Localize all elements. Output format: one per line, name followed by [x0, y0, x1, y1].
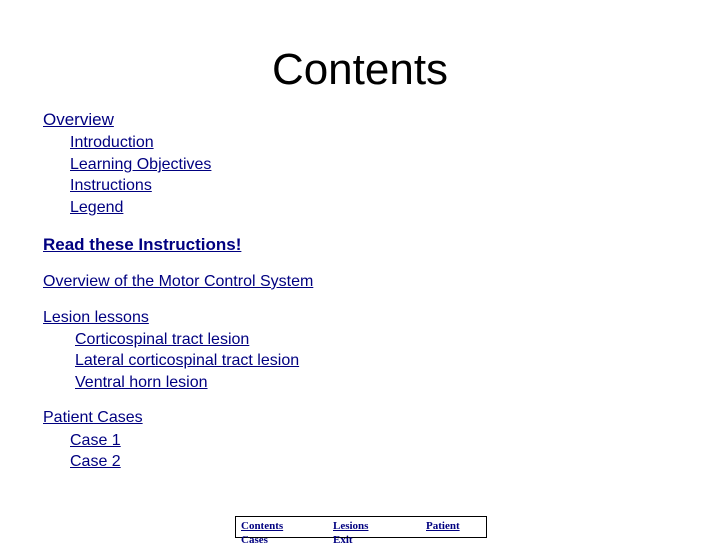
- toc-legend-link[interactable]: Legend: [70, 198, 123, 218]
- toc-patient-cases-link[interactable]: Patient Cases: [43, 408, 143, 428]
- toc-corticospinal-lesion-link[interactable]: Corticospinal tract lesion: [75, 330, 249, 350]
- toc-read-instructions-link[interactable]: Read these Instructions!: [43, 235, 241, 255]
- toc-ventral-horn-lesion-link[interactable]: Ventral horn lesion: [75, 373, 208, 393]
- toc-lateral-corticospinal-lesion-link[interactable]: Lateral corticospinal tract lesion: [75, 351, 299, 371]
- toc-instructions-link[interactable]: Instructions: [70, 176, 152, 196]
- toc-motor-control-overview-link[interactable]: Overview of the Motor Control System: [43, 272, 313, 292]
- nav-exit-overflow-text[interactable]: Exit: [333, 534, 353, 546]
- page-title: Contents: [0, 44, 720, 96]
- page-title-text: Contents: [271, 45, 449, 94]
- nav-patient-link[interactable]: Patient: [426, 520, 460, 532]
- toc-case-1-link[interactable]: Case 1: [70, 431, 121, 451]
- toc-lesion-lessons-link[interactable]: Lesion lessons: [43, 308, 149, 328]
- toc-learning-objectives-link[interactable]: Learning Objectives: [70, 155, 211, 175]
- nav-contents-link[interactable]: Contents: [241, 520, 283, 532]
- toc-introduction-link[interactable]: Introduction: [70, 133, 154, 153]
- nav-lesions-link[interactable]: Lesions: [333, 520, 368, 532]
- toc-case-2-link[interactable]: Case 2: [70, 452, 121, 472]
- bottom-nav-bar: Contents Lesions Patient Cases Exit: [235, 516, 487, 546]
- toc-overview-link[interactable]: Overview: [43, 110, 114, 130]
- nav-cases-overflow-text[interactable]: Cases: [241, 534, 268, 546]
